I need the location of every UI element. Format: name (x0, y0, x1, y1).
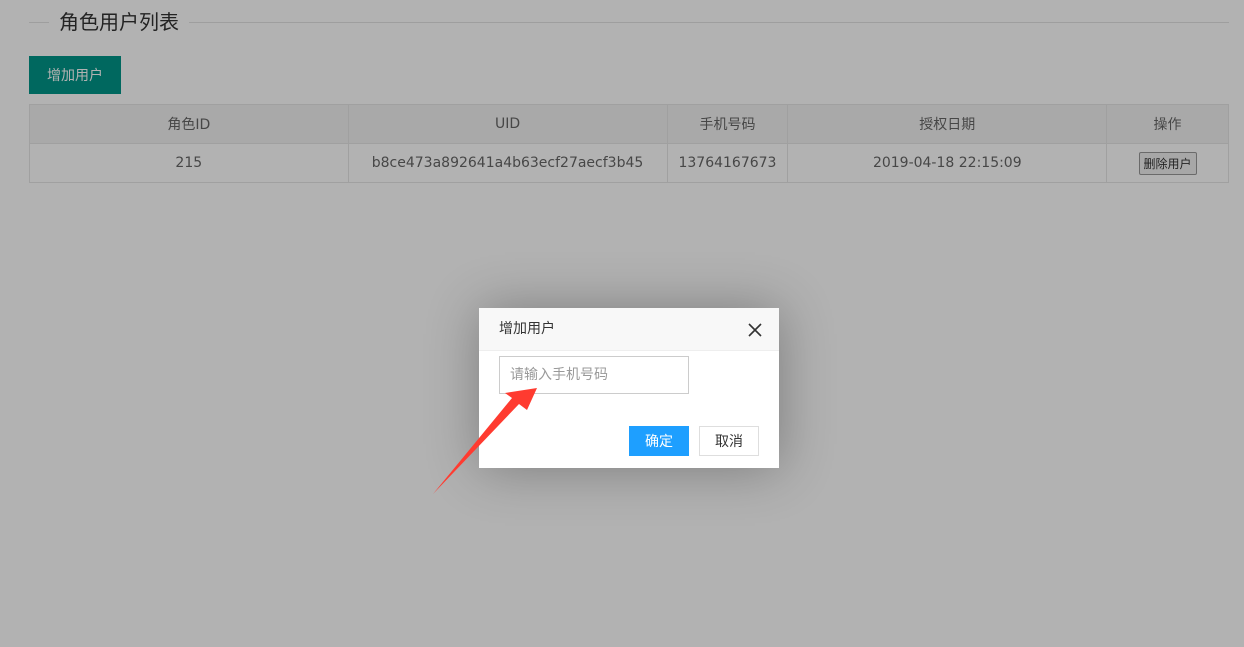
phone-number-input[interactable] (499, 356, 689, 394)
close-icon[interactable] (747, 322, 763, 338)
add-user-dialog: 增加用户 确定 取消 (479, 308, 779, 468)
page: 角色用户列表 增加用户 角色ID UID 手机号码 授权日期 操作 215 b8… (0, 0, 1244, 647)
dialog-title: 增加用户 (499, 321, 555, 337)
cancel-button[interactable]: 取消 (699, 426, 759, 456)
confirm-button[interactable]: 确定 (629, 426, 689, 456)
dialog-header: 增加用户 (479, 308, 779, 351)
